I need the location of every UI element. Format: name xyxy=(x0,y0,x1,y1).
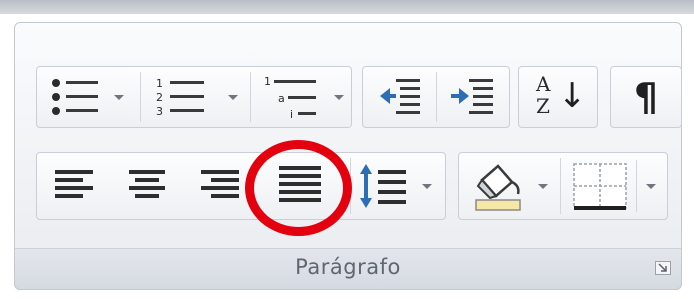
number-2: 2 xyxy=(156,91,163,104)
decrease-indent-icon xyxy=(376,76,424,118)
increase-indent-icon xyxy=(449,76,497,118)
level-3-numeral: i xyxy=(290,108,293,121)
align-right-button[interactable] xyxy=(184,156,254,216)
level-1-number: 1 xyxy=(264,75,271,88)
align-left-button[interactable] xyxy=(40,156,110,216)
sort-arrow: ↓ xyxy=(558,76,587,116)
borders-dropdown-arrow[interactable] xyxy=(646,184,656,189)
center-button[interactable] xyxy=(112,156,182,216)
decrease-indent-button[interactable] xyxy=(368,70,432,124)
level-2-letter: a xyxy=(278,92,285,105)
group-label: Parágrafo xyxy=(295,255,401,279)
multilevel-list-icon: 1 a i xyxy=(262,72,328,122)
numbering-button[interactable]: 1 2 3 xyxy=(146,70,246,124)
group-footer: Parágrafo xyxy=(14,248,682,290)
borders-button[interactable] xyxy=(564,156,664,216)
highlight-circle xyxy=(245,140,352,236)
pilcrow-icon: ¶ xyxy=(633,75,659,119)
dialog-launcher-button[interactable] xyxy=(655,261,671,275)
line-spacing-button[interactable] xyxy=(354,156,442,216)
divider xyxy=(436,72,437,122)
bullets-button[interactable] xyxy=(42,70,134,124)
numbered-list-icon: 1 2 3 xyxy=(154,74,214,120)
ribbon-top-edge xyxy=(0,0,694,14)
numbering-dropdown-arrow[interactable] xyxy=(228,95,238,100)
bullets-dropdown-arrow[interactable] xyxy=(114,95,124,100)
borders-split-divider xyxy=(636,160,637,212)
borders-icon xyxy=(572,162,628,212)
shading-dropdown-arrow[interactable] xyxy=(538,184,548,189)
divider xyxy=(250,72,251,122)
sort-az-icon: A Z ↓ xyxy=(530,72,587,120)
dialog-launcher-icon xyxy=(658,263,667,272)
number-1: 1 xyxy=(156,77,163,90)
increase-indent-button[interactable] xyxy=(440,70,506,124)
multilevel-list-button[interactable]: 1 a i xyxy=(256,70,348,124)
bullets-list-icon xyxy=(50,76,106,118)
show-formatting-marks-button[interactable]: ¶ xyxy=(614,70,678,124)
align-right-icon xyxy=(197,166,241,206)
sort-button[interactable]: A Z ↓ xyxy=(522,70,594,124)
line-spacing-icon xyxy=(358,162,414,210)
multilevel-dropdown-arrow[interactable] xyxy=(334,95,344,100)
shading-bucket-icon xyxy=(472,160,532,212)
divider xyxy=(140,72,141,122)
align-center-icon xyxy=(125,166,169,206)
align-left-icon xyxy=(53,166,97,206)
sort-letter-z: Z xyxy=(536,94,550,118)
line-spacing-dropdown-arrow[interactable] xyxy=(422,184,432,189)
sort-letter-a: A xyxy=(536,72,551,96)
shading-button[interactable] xyxy=(462,156,556,216)
divider xyxy=(560,158,561,214)
number-3: 3 xyxy=(156,105,163,118)
